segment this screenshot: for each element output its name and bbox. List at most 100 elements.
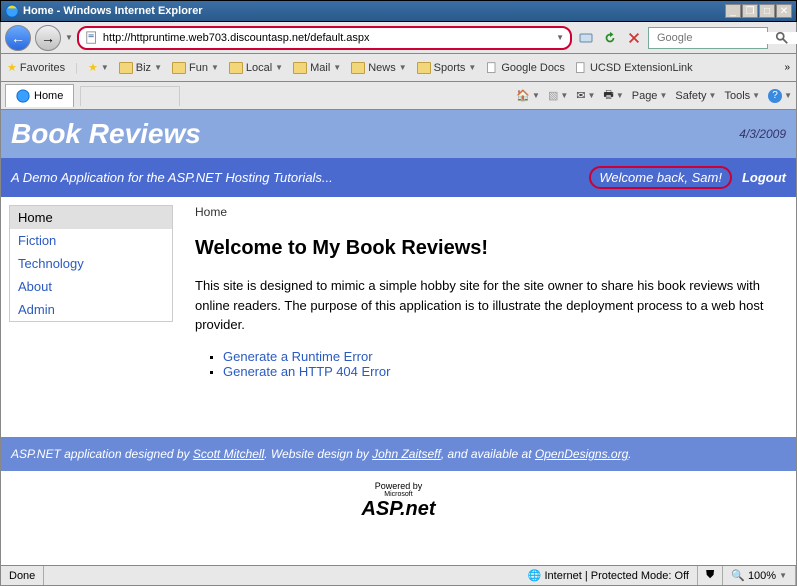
maximize-button[interactable]: □ — [759, 4, 775, 18]
status-security[interactable]: ⛊ — [698, 566, 723, 585]
new-tab-button[interactable] — [80, 86, 180, 106]
zoom-control[interactable]: 🔍 100% ▼ — [723, 566, 796, 585]
site-tagline: A Demo Application for the ASP.NET Hosti… — [11, 170, 333, 185]
url-input[interactable] — [103, 32, 556, 44]
list-item: Generate an HTTP 404 Error — [223, 364, 782, 379]
separator: | — [75, 62, 78, 74]
add-favorite-button[interactable]: ★ ▼ — [88, 61, 109, 74]
favorite-folder[interactable]: Fun▼ — [172, 62, 219, 74]
back-button[interactable]: ← — [5, 25, 31, 51]
sidebar-item-technology[interactable]: Technology — [10, 252, 172, 275]
mail-button[interactable]: ✉▼ — [576, 89, 595, 102]
sidebar-item-about[interactable]: About — [10, 275, 172, 298]
favorite-label: Google Docs — [501, 62, 565, 74]
folder-icon — [293, 62, 307, 74]
powered-by: Powered by Microsoft ASP.net — [1, 471, 796, 531]
favorites-button[interactable]: ★ Favorites — [7, 61, 65, 74]
intro-text: This site is designed to mimic a simple … — [195, 276, 782, 335]
search-button[interactable] — [772, 28, 792, 48]
url-dropdown-icon[interactable]: ▼ — [556, 33, 564, 42]
footer-text: . — [628, 447, 631, 461]
action-link[interactable]: Generate a Runtime Error — [223, 349, 373, 364]
action-links: Generate a Runtime ErrorGenerate an HTTP… — [223, 349, 782, 379]
forward-button[interactable]: → — [35, 25, 61, 51]
page-icon — [486, 62, 498, 74]
address-bar[interactable]: ▼ — [77, 26, 572, 50]
status-zone-text: Internet | Protected Mode: Off — [544, 570, 689, 582]
restore-button[interactable]: ❐ — [742, 4, 758, 18]
favorite-folder[interactable]: Biz▼ — [119, 62, 162, 74]
favorite-folder[interactable]: Mail▼ — [293, 62, 341, 74]
chevron-down-icon: ▼ — [275, 63, 283, 72]
safety-menu-label: Safety — [675, 90, 706, 102]
safety-menu[interactable]: Safety▼ — [675, 90, 716, 102]
chevron-down-icon: ▼ — [154, 63, 162, 72]
chevron-down-icon: ▼ — [333, 63, 341, 72]
favorite-label: Local — [246, 62, 272, 74]
chevron-down-icon: ▼ — [779, 571, 787, 580]
sidebar-item-fiction[interactable]: Fiction — [10, 229, 172, 252]
print-button[interactable]: 🖶▼ — [603, 86, 623, 105]
shield-icon: ⛊ — [706, 569, 714, 582]
user-area: Welcome back, Sam! Logout — [589, 166, 786, 189]
home-icon: 🏠 — [516, 89, 530, 102]
page-menu-label: Page — [632, 90, 658, 102]
home-button[interactable]: 🏠▼ — [516, 89, 540, 102]
status-zone: 🌐 Internet | Protected Mode: Off — [520, 566, 698, 585]
favorite-label: Fun — [189, 62, 208, 74]
list-item: Generate a Runtime Error — [223, 349, 782, 364]
favorite-label: Biz — [136, 62, 151, 74]
ie-icon — [16, 89, 30, 103]
footer-link-author1[interactable]: Scott Mitchell — [193, 447, 264, 461]
chevron-down-icon: ▼ — [211, 63, 219, 72]
folder-icon — [229, 62, 243, 74]
site-body: HomeFictionTechnologyAboutAdmin Home Wel… — [1, 197, 796, 437]
favorite-link[interactable]: Google Docs — [486, 62, 565, 74]
page-menu[interactable]: Page▼ — [632, 90, 668, 102]
minimize-button[interactable]: _ — [725, 4, 741, 18]
favorite-folder[interactable]: News▼ — [351, 62, 406, 74]
favorites-overflow[interactable]: » — [784, 62, 790, 73]
nav-dropdown-icon[interactable]: ▼ — [65, 33, 73, 42]
compat-view-button[interactable] — [576, 28, 596, 48]
favorites-label: Favorites — [20, 62, 65, 74]
favorite-link[interactable]: UCSD ExtensionLink — [575, 62, 693, 74]
title-bar: Home - Windows Internet Explorer _ ❐ □ ✕ — [0, 0, 797, 22]
search-box[interactable]: Go — [648, 27, 768, 49]
stop-button[interactable] — [624, 28, 644, 48]
site-date: 4/3/2009 — [739, 127, 786, 141]
page-heading: Welcome to My Book Reviews! — [195, 237, 782, 260]
chevron-down-icon: ▼ — [468, 63, 476, 72]
sidebar: HomeFictionTechnologyAboutAdmin — [1, 197, 181, 437]
folder-icon — [119, 62, 133, 74]
zoom-icon: 🔍 — [731, 569, 745, 582]
help-button[interactable]: ?▼ — [768, 89, 792, 103]
main-content: Home Welcome to My Book Reviews! This si… — [181, 197, 796, 437]
refresh-button[interactable] — [600, 28, 620, 48]
tab-home[interactable]: Home — [5, 84, 74, 107]
tab-label: Home — [34, 90, 63, 102]
logout-link[interactable]: Logout — [742, 170, 786, 185]
favorite-folder[interactable]: Sports▼ — [417, 62, 477, 74]
footer-link-site[interactable]: OpenDesigns.org — [535, 447, 628, 461]
sidebar-item-admin[interactable]: Admin — [10, 298, 172, 321]
page-icon — [85, 31, 99, 45]
folder-icon — [417, 62, 431, 74]
footer-link-author2[interactable]: John Zaitseff — [372, 447, 441, 461]
action-link[interactable]: Generate an HTTP 404 Error — [223, 364, 390, 379]
nav-bar: ← → ▼ ▼ Go — [0, 22, 797, 54]
favorite-folder[interactable]: Local▼ — [229, 62, 283, 74]
folder-icon — [351, 62, 365, 74]
content-area: Book Reviews 4/3/2009 A Demo Application… — [0, 110, 797, 566]
print-icon: 🖶 — [603, 86, 613, 105]
site-subheader: A Demo Application for the ASP.NET Hosti… — [1, 158, 796, 197]
tools-menu[interactable]: Tools▼ — [724, 90, 760, 102]
close-button[interactable]: ✕ — [776, 4, 792, 18]
zoom-value: 100% — [748, 570, 776, 582]
breadcrumb: Home — [195, 205, 782, 219]
welcome-message: Welcome back, Sam! — [589, 166, 732, 189]
feeds-button[interactable]: ▧▼ — [548, 89, 568, 102]
sidebar-item-home[interactable]: Home — [10, 206, 172, 229]
globe-icon: 🌐 — [528, 569, 542, 582]
powered-prefix: Microsoft — [1, 491, 796, 498]
